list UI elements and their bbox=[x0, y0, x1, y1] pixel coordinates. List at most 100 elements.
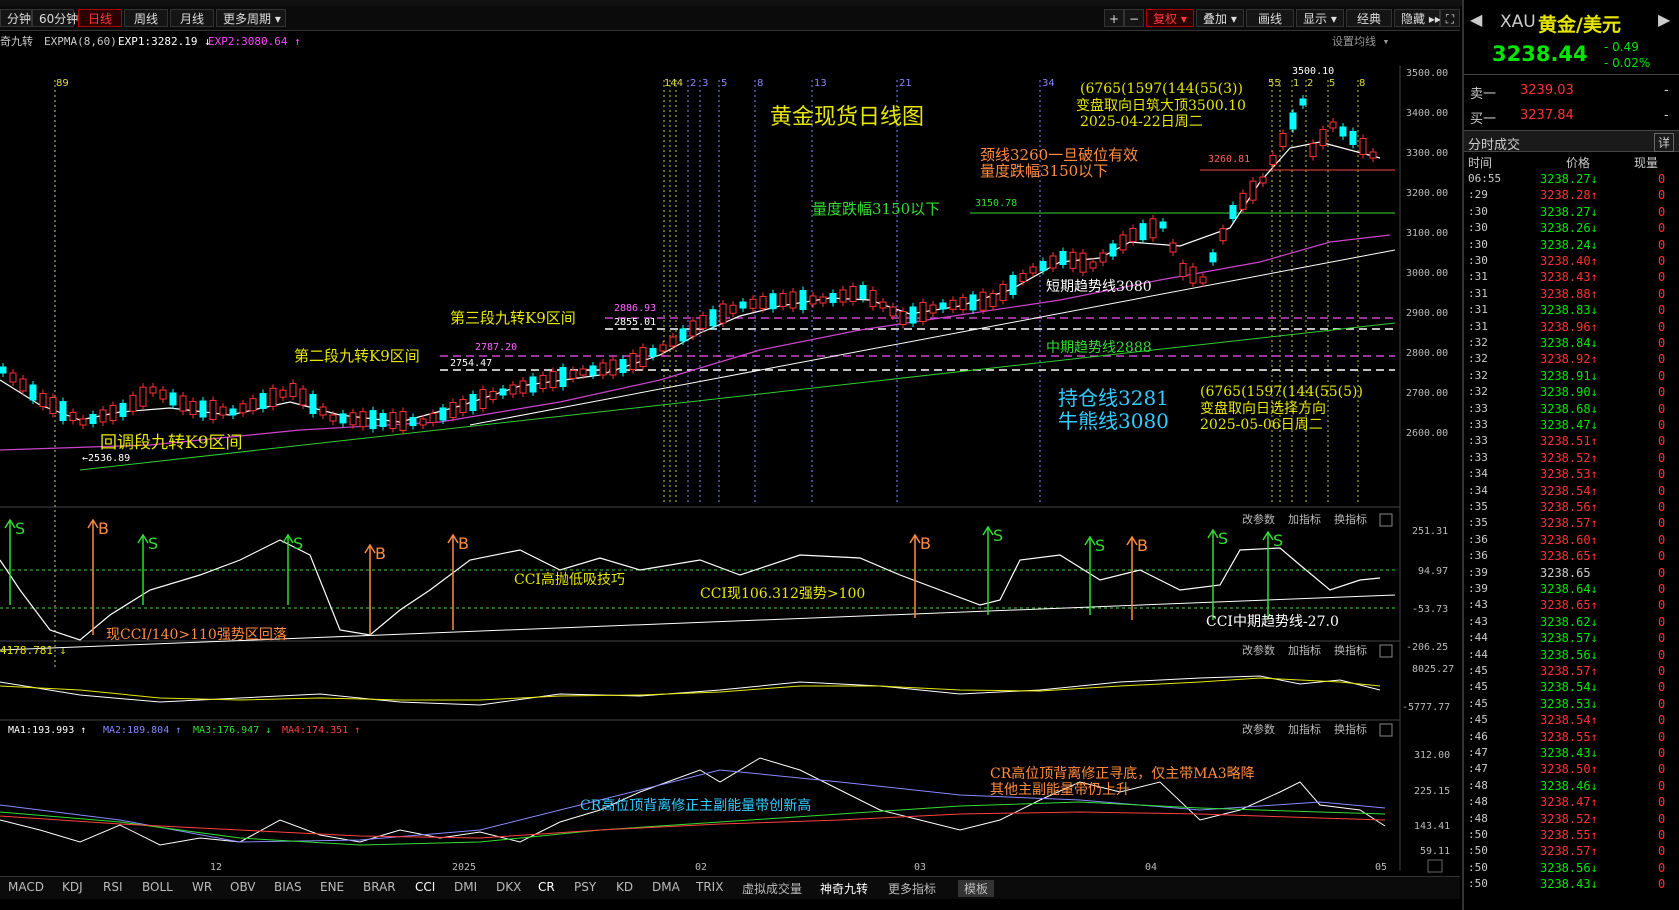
period-daily[interactable]: 日线 bbox=[78, 9, 122, 27]
tab-ene[interactable]: ENE bbox=[320, 880, 344, 894]
edit-params-button[interactable]: 改参数 bbox=[1242, 512, 1275, 526]
trade-price: 3238.52↑ bbox=[1540, 450, 1598, 465]
zoom-in-button[interactable]: + bbox=[1104, 9, 1124, 27]
candle-body bbox=[889, 306, 897, 317]
trade-price: 3238.60↑ bbox=[1540, 532, 1598, 547]
candle-body bbox=[1339, 126, 1347, 137]
tab-virtual-volume[interactable]: 虚拟成交量 bbox=[742, 880, 802, 897]
tab-brar[interactable]: BRAR bbox=[363, 880, 396, 894]
draw-line-button[interactable]: 画线 bbox=[1246, 9, 1294, 27]
trade-price: 3238.96↑ bbox=[1540, 319, 1598, 334]
tab-magic-nine[interactable]: 神奇九转 bbox=[820, 880, 868, 897]
tab-template[interactable]: 模板 bbox=[958, 880, 995, 897]
trade-time: :44 bbox=[1468, 647, 1488, 661]
candle-body bbox=[299, 388, 307, 406]
tab-psy[interactable]: PSY bbox=[574, 880, 596, 894]
close-panel-icon[interactable] bbox=[1379, 723, 1393, 737]
trade-volume: 0 bbox=[1658, 696, 1666, 711]
trade-row: :50 3238.55↑ 0 bbox=[1464, 828, 1679, 844]
annotation-text: 其他主副能量带仍上升 bbox=[990, 782, 1130, 798]
candle-body bbox=[569, 370, 577, 379]
tab-dma[interactable]: DMA bbox=[652, 880, 680, 894]
level-price-label: 2855.01 bbox=[614, 317, 656, 328]
trade-price: 3238.56↑ bbox=[1540, 500, 1598, 514]
zoom-out-button[interactable]: − bbox=[1124, 9, 1144, 27]
hide-button[interactable]: 隐藏 ▸▸ bbox=[1394, 9, 1441, 27]
add-indicator-button[interactable]: 加指标 bbox=[1288, 512, 1321, 526]
candle-body bbox=[1289, 112, 1297, 130]
tab-wr[interactable]: WR bbox=[192, 880, 212, 894]
close-panel-icon[interactable] bbox=[1379, 513, 1393, 527]
tab-more-indicators[interactable]: 更多指标 bbox=[888, 880, 936, 897]
ma-settings-dropdown[interactable]: 设置均线 ▾ bbox=[1332, 34, 1389, 48]
trade-time: :31 bbox=[1468, 319, 1488, 333]
more-periods-dropdown[interactable]: 更多周期 ▾ bbox=[216, 9, 286, 27]
buy-signal-label: B bbox=[920, 534, 931, 553]
count-label: 55 bbox=[1268, 78, 1281, 89]
tab-bias[interactable]: BIAS bbox=[274, 880, 302, 894]
trade-volume: 0 bbox=[1658, 467, 1666, 482]
candle-body bbox=[809, 295, 817, 305]
tab-dmi[interactable]: DMI bbox=[454, 880, 477, 894]
trade-time: :35 bbox=[1468, 516, 1488, 530]
trade-row: :39 3238.64↓ 0 bbox=[1464, 582, 1679, 598]
trade-price: 3238.88↑ bbox=[1540, 286, 1598, 301]
scroll-right-icon[interactable] bbox=[1427, 859, 1443, 873]
trade-price: 3238.54↑ bbox=[1540, 713, 1598, 728]
tab-obv[interactable]: OBV bbox=[230, 880, 256, 894]
tab-rsi[interactable]: RSI bbox=[103, 880, 123, 894]
tab-cr[interactable]: CR bbox=[538, 880, 555, 894]
price-axis-label: 3000.00 bbox=[1406, 268, 1448, 279]
switch-indicator-button[interactable]: 换指标 bbox=[1334, 512, 1367, 526]
period-weekly[interactable]: 周线 bbox=[124, 9, 168, 27]
close-panel-icon[interactable] bbox=[1379, 644, 1393, 658]
details-button[interactable]: 详 bbox=[1654, 133, 1675, 152]
candle-body bbox=[99, 409, 107, 423]
add-indicator-button[interactable]: 加指标 bbox=[1288, 722, 1321, 736]
candle-body bbox=[69, 412, 77, 421]
tab-trix[interactable]: TRIX bbox=[696, 880, 723, 894]
adjust-dropdown[interactable]: 复权 ▾ bbox=[1146, 9, 1194, 27]
neckline-price-label: 3260.81 bbox=[1208, 154, 1250, 165]
trade-row: :50 3238.56↓ 0 bbox=[1464, 861, 1679, 877]
period-60min[interactable]: 60分钟 bbox=[32, 9, 78, 27]
trades-list[interactable]: 06:55 3238.27↓ 0:29 3238.28↑ 0:30 3238.27↓ 0:3… bbox=[1464, 172, 1679, 910]
candle-body bbox=[1069, 251, 1077, 269]
col-volume: 现量 bbox=[1634, 156, 1659, 170]
display-dropdown[interactable]: 显示 ▾ bbox=[1296, 9, 1344, 27]
trade-row: :32 3238.91↓ 0 bbox=[1464, 369, 1679, 385]
left-arrow-icon[interactable]: ◀ bbox=[1470, 10, 1482, 29]
price-axis-label: 3300.00 bbox=[1406, 148, 1448, 159]
period-minute[interactable]: 分钟 bbox=[0, 9, 32, 27]
right-arrow-icon[interactable]: ▶ bbox=[1658, 10, 1670, 29]
candle-body bbox=[1049, 255, 1057, 269]
candle-body bbox=[729, 304, 737, 314]
fullscreen-icon[interactable]: ⛶ bbox=[1440, 9, 1460, 27]
switch-indicator-button[interactable]: 换指标 bbox=[1334, 643, 1367, 657]
volume-header: 4178.781 ↓ bbox=[0, 644, 66, 657]
edit-params-button[interactable]: 改参数 bbox=[1242, 643, 1275, 657]
tab-macd[interactable]: MACD bbox=[8, 880, 44, 894]
add-indicator-button[interactable]: 加指标 bbox=[1288, 643, 1321, 657]
candle-body bbox=[579, 368, 587, 376]
switch-indicator-button[interactable]: 换指标 bbox=[1334, 722, 1367, 736]
chart-area[interactable]: 奇九转 EXPMA(8,60) EXP1:3282.19 ↓ EXP2:3080… bbox=[0, 30, 1460, 898]
candle-body bbox=[1149, 218, 1157, 239]
trade-volume: 0 bbox=[1658, 500, 1666, 514]
tab-kdj[interactable]: KDJ bbox=[62, 880, 83, 894]
overlay-dropdown[interactable]: 叠加 ▾ bbox=[1196, 9, 1244, 27]
tab-cci[interactable]: CCI bbox=[415, 880, 435, 894]
classic-button[interactable]: 经典 bbox=[1346, 9, 1392, 27]
candle-body bbox=[89, 414, 97, 424]
period-monthly[interactable]: 月线 bbox=[170, 9, 214, 27]
tab-boll[interactable]: BOLL bbox=[142, 880, 173, 894]
ask-price: 3239.03 bbox=[1520, 83, 1574, 98]
candle-body bbox=[669, 336, 677, 347]
tab-dkx[interactable]: DKX bbox=[496, 880, 521, 894]
candle-body bbox=[1299, 98, 1307, 106]
candle-body bbox=[909, 306, 917, 324]
tab-kd[interactable]: KD bbox=[616, 880, 633, 894]
trade-price: 3238.51↑ bbox=[1540, 434, 1598, 449]
edit-params-button[interactable]: 改参数 bbox=[1242, 722, 1275, 736]
x-axis-label: 04 bbox=[1145, 862, 1157, 873]
